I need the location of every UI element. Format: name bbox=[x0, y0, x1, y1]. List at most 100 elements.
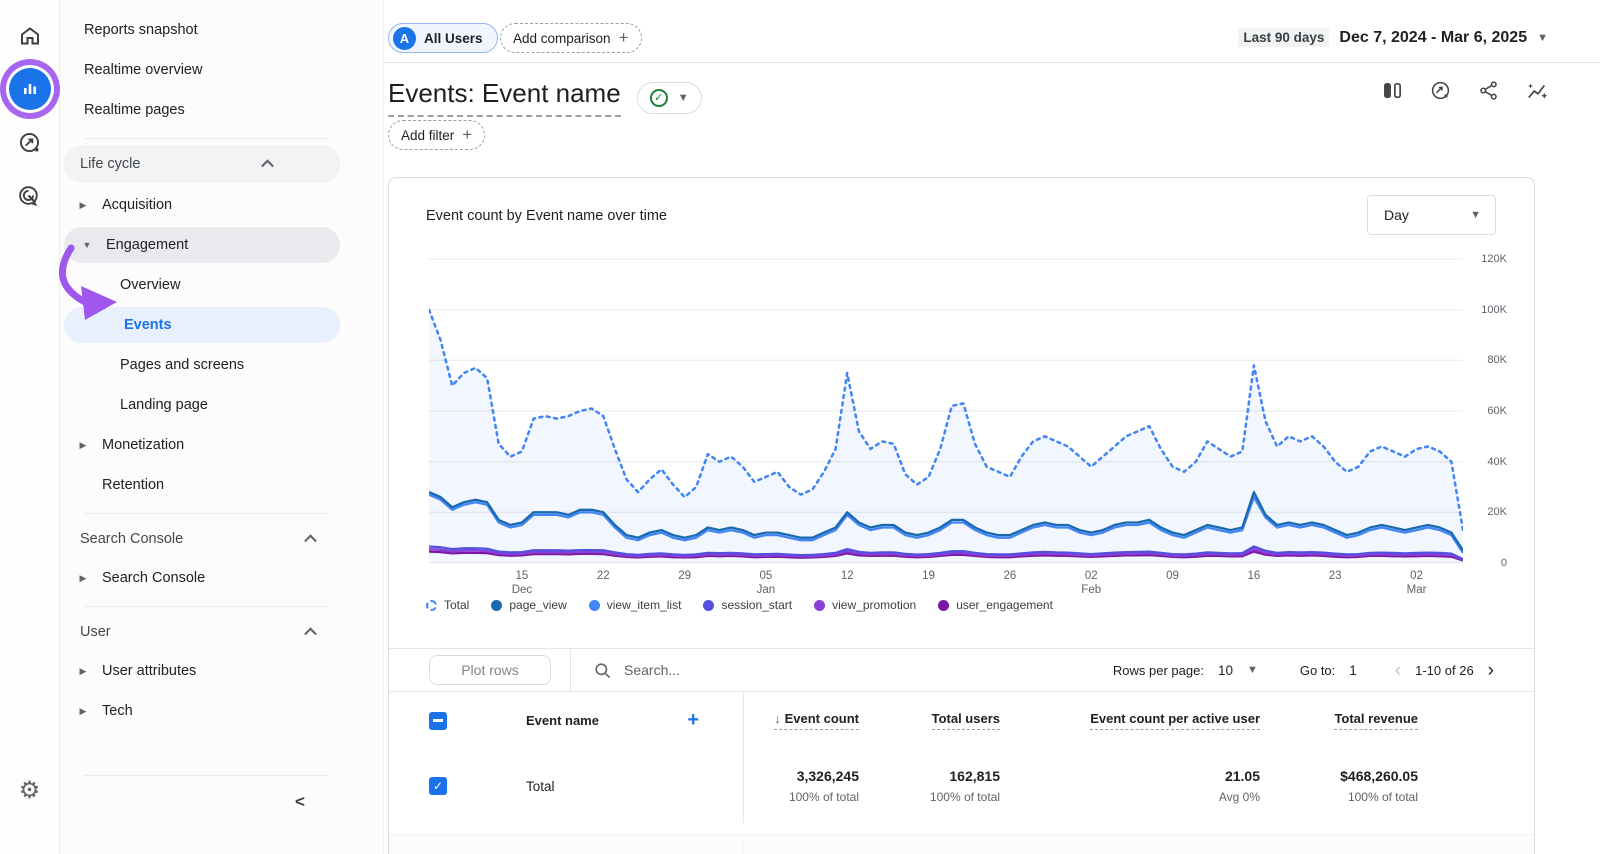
sidebar-item-label: Realtime pages bbox=[60, 102, 185, 118]
x-tick-day: 16 bbox=[1247, 569, 1260, 583]
sidebar-item-realtime-overview[interactable]: Realtime overview bbox=[60, 50, 383, 90]
rows-per-page-label: Rows per page: bbox=[1113, 663, 1204, 678]
chart-title: Event count by Event name over time bbox=[426, 208, 667, 224]
column-header-event-count[interactable]: ↓Event count bbox=[744, 692, 859, 749]
legend-item-total[interactable]: Total bbox=[426, 598, 469, 612]
column-header-label: Event count per active user bbox=[1090, 711, 1260, 726]
sidebar-item-user-attributes[interactable]: ▶User attributes bbox=[60, 651, 383, 691]
x-axis-tick: 02Feb bbox=[1081, 569, 1101, 597]
sidebar-item-realtime-pages[interactable]: Realtime pages bbox=[60, 90, 383, 130]
row-checkbox[interactable]: ✓ bbox=[429, 777, 447, 795]
chart-legend: Total page_view view_item_list session_star… bbox=[426, 598, 1053, 612]
insights-icon[interactable] bbox=[1430, 80, 1451, 107]
table-row[interactable]: ✓1page_view862,047156,1595.56$0.00 bbox=[389, 834, 1535, 854]
triangle-right-icon[interactable]: ▶ bbox=[76, 573, 90, 584]
column-header-total-users[interactable]: Total users bbox=[859, 692, 1000, 749]
explore-icon[interactable] bbox=[10, 122, 50, 162]
triangle-right-icon[interactable]: ▶ bbox=[76, 706, 90, 717]
sidebar-item-engagement[interactable]: ▼Engagement bbox=[64, 227, 340, 263]
sidebar-item-label: Overview bbox=[60, 277, 180, 293]
sidebar-item-pages-and-screens[interactable]: Pages and screens bbox=[60, 345, 383, 385]
row-spacer bbox=[1418, 835, 1535, 854]
sidebar-item-label: Pages and screens bbox=[60, 357, 244, 373]
legend-item-user_engagement[interactable]: user_engagement bbox=[938, 598, 1053, 612]
nav-divider bbox=[84, 606, 329, 607]
search-input[interactable] bbox=[624, 662, 844, 678]
data-quality-badge[interactable]: ✓ ▼ bbox=[637, 82, 702, 114]
x-tick-day: 22 bbox=[597, 569, 610, 583]
plus-icon: + bbox=[619, 28, 629, 48]
total-metric-3: $468,260.05100% of total bbox=[1260, 749, 1418, 823]
granularity-select[interactable]: Day ▼ bbox=[1367, 195, 1496, 235]
column-header-total-revenue[interactable]: Total revenue bbox=[1260, 692, 1418, 749]
pagination-range: 1-10 of 26 bbox=[1415, 663, 1474, 678]
legend-item-view_promotion[interactable]: view_promotion bbox=[814, 598, 916, 612]
all-users-chip[interactable]: A All Users bbox=[388, 23, 498, 53]
add-comparison-button[interactable]: Add comparison + bbox=[500, 23, 642, 53]
total-row-label: Total bbox=[526, 779, 555, 794]
home-icon[interactable] bbox=[10, 16, 50, 56]
event-name-column-header[interactable]: Event name bbox=[526, 713, 599, 728]
legend-swatch bbox=[703, 600, 714, 611]
reports-icon[interactable] bbox=[9, 68, 51, 110]
sidebar-item-search-console[interactable]: ▶Search Console bbox=[60, 558, 383, 598]
legend-item-view_item_list[interactable]: view_item_list bbox=[589, 598, 682, 612]
sidebar-item-acquisition[interactable]: ▶Acquisition bbox=[60, 185, 383, 225]
triangle-right-icon[interactable]: ▶ bbox=[76, 666, 90, 677]
settings-gear-icon[interactable]: ⚙ bbox=[10, 770, 50, 810]
sidebar-item-overview[interactable]: Overview bbox=[60, 265, 383, 305]
add-dimension-icon[interactable]: + bbox=[687, 709, 699, 732]
previous-page-icon[interactable]: ‹ bbox=[1395, 661, 1401, 680]
select-all-checkbox[interactable] bbox=[429, 712, 447, 730]
rows-per-page-value[interactable]: 10 bbox=[1218, 663, 1233, 678]
triangle-down-icon[interactable]: ▼ bbox=[80, 240, 94, 250]
search-icon bbox=[593, 661, 612, 680]
legend-label: Total bbox=[444, 598, 469, 612]
go-to-value[interactable]: 1 bbox=[1349, 663, 1357, 678]
x-tick-day: 15 bbox=[512, 569, 532, 583]
plot-rows-button[interactable]: Plot rows bbox=[429, 655, 551, 685]
sidebar-item-reports-snapshot[interactable]: Reports snapshot bbox=[60, 10, 383, 50]
x-tick-day: 02 bbox=[1081, 569, 1101, 583]
sidebar-item-monetization[interactable]: ▶Monetization bbox=[60, 425, 383, 465]
total-metric-2: 21.05Avg 0% bbox=[1000, 749, 1260, 823]
insights-sparkline-icon[interactable] bbox=[1526, 80, 1548, 107]
nav-section-header-user[interactable]: User bbox=[60, 613, 383, 651]
legend-item-page_view[interactable]: page_view bbox=[491, 598, 566, 612]
timeseries-chart[interactable] bbox=[429, 251, 1463, 563]
triangle-right-icon[interactable]: ▶ bbox=[76, 200, 90, 211]
share-icon[interactable] bbox=[1478, 80, 1499, 107]
sidebar-item-events[interactable]: Events bbox=[64, 307, 340, 343]
main-content: A All Users Add comparison + Last 90 day… bbox=[385, 0, 1600, 854]
legend-item-session_start[interactable]: session_start bbox=[703, 598, 792, 612]
x-tick-day: 23 bbox=[1329, 569, 1342, 583]
add-filter-button[interactable]: Add filter + bbox=[388, 120, 485, 150]
column-header-event-count-per-active-user[interactable]: Event count per active user bbox=[1000, 692, 1260, 749]
metric-subtext: 100% of total bbox=[1348, 790, 1418, 804]
compare-reports-icon[interactable] bbox=[1382, 80, 1403, 107]
check-circle-icon: ✓ bbox=[650, 89, 668, 107]
metric-value: 21.05 bbox=[1225, 768, 1260, 784]
x-axis-tick: 02Mar bbox=[1407, 569, 1427, 597]
collapse-nav-button[interactable]: < bbox=[295, 792, 305, 812]
table-search[interactable] bbox=[571, 661, 844, 680]
nav-section-header-life-cycle[interactable]: Life cycle bbox=[64, 145, 340, 183]
chevron-down-icon[interactable]: ▼ bbox=[1247, 664, 1258, 676]
date-range-picker[interactable]: Last 90 days Dec 7, 2024 - Mar 6, 2025 ▼ bbox=[1238, 28, 1548, 47]
triangle-right-icon[interactable]: ▶ bbox=[76, 440, 90, 451]
sidebar-item-tech[interactable]: ▶Tech bbox=[60, 691, 383, 731]
x-axis-tick: 29 bbox=[678, 569, 691, 583]
advertising-icon[interactable] bbox=[10, 176, 50, 216]
sidebar-item-retention[interactable]: Retention bbox=[60, 465, 383, 505]
legend-label: view_promotion bbox=[832, 598, 916, 612]
x-tick-month: Dec bbox=[512, 583, 532, 597]
next-page-icon[interactable]: › bbox=[1488, 661, 1494, 680]
x-axis-tick: 23 bbox=[1329, 569, 1342, 583]
x-axis-tick: 15Dec bbox=[512, 569, 532, 597]
y-axis-tick: 80K bbox=[1487, 354, 1507, 366]
chevron-up-icon bbox=[304, 534, 317, 547]
add-comparison-label: Add comparison bbox=[513, 31, 611, 46]
nav-section-header-search-console[interactable]: Search Console bbox=[60, 520, 383, 558]
sidebar-item-landing-page[interactable]: Landing page bbox=[60, 385, 383, 425]
section-header-label: Search Console bbox=[60, 531, 183, 547]
